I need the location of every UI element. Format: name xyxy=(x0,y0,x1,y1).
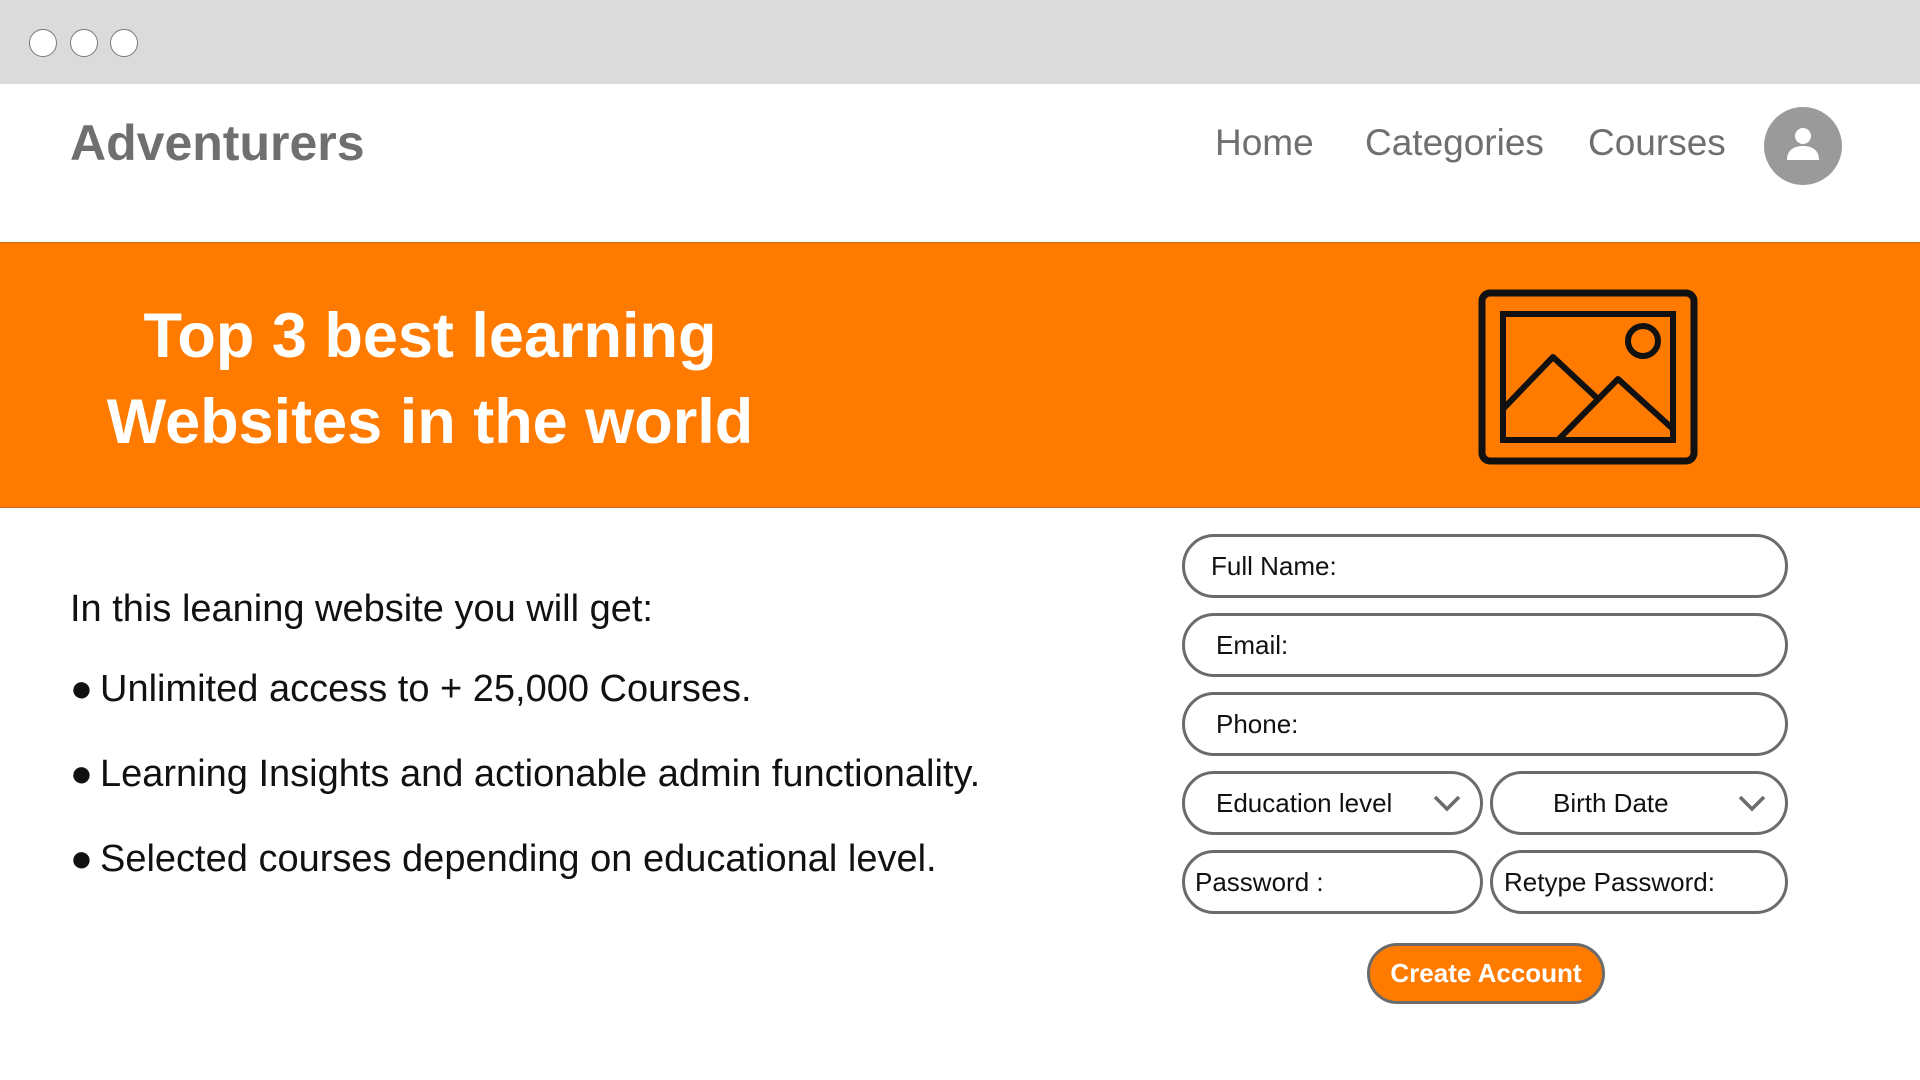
window-maximize-dot[interactable] xyxy=(110,29,138,57)
email-label: Email: xyxy=(1216,629,1289,660)
user-avatar-button[interactable] xyxy=(1764,107,1842,185)
feature-text: Unlimited access to + 25,000 Courses. xyxy=(100,668,752,710)
email-field[interactable]: Email: xyxy=(1182,613,1788,677)
window-titlebar xyxy=(0,0,1920,84)
password-field[interactable]: Password : xyxy=(1182,850,1483,914)
hero-title: Top 3 best learning Websites in the worl… xyxy=(60,293,800,465)
features-intro: In this leaning website you will get: xyxy=(70,588,653,630)
bullet-icon: ● xyxy=(70,753,93,795)
features-section: In this leaning website you will get: ● … xyxy=(70,588,980,923)
nav-link-categories[interactable]: Categories xyxy=(1365,122,1544,164)
features-list: ● Unlimited access to + 25,000 Courses. … xyxy=(70,668,980,923)
feature-text: Selected courses depending on educationa… xyxy=(100,838,937,880)
nav-link-home[interactable]: Home xyxy=(1215,122,1314,164)
birth-date-label: Birth Date xyxy=(1553,787,1669,818)
bullet-icon: ● xyxy=(70,668,93,710)
nav-link-courses[interactable]: Courses xyxy=(1588,122,1726,164)
retype-password-field[interactable]: Retype Password: xyxy=(1490,850,1788,914)
feature-item: ● Learning Insights and actionable admin… xyxy=(70,753,980,838)
password-label: Password : xyxy=(1195,866,1324,897)
hero-title-line1: Top 3 best learning xyxy=(143,301,717,371)
phone-label: Phone: xyxy=(1216,708,1299,739)
full-name-field[interactable]: Full Name: xyxy=(1182,534,1788,598)
navbar: Adventurers Home Categories Courses xyxy=(0,84,1920,242)
feature-text: Learning Insights and actionable admin f… xyxy=(100,753,981,795)
education-level-select[interactable]: Education level xyxy=(1182,771,1483,835)
bullet-icon: ● xyxy=(70,838,93,880)
retype-password-label: Retype Password: xyxy=(1504,866,1715,897)
birth-date-select[interactable]: Birth Date xyxy=(1490,771,1788,835)
hero-title-line2: Websites in the world xyxy=(106,387,754,457)
full-name-label: Full Name: xyxy=(1211,550,1337,581)
chevron-down-icon xyxy=(1738,795,1766,812)
education-level-label: Education level xyxy=(1216,787,1393,818)
user-icon xyxy=(1787,128,1819,160)
brand-logo[interactable]: Adventurers xyxy=(70,114,365,172)
phone-field[interactable]: Phone: xyxy=(1182,692,1788,756)
feature-item: ● Selected courses depending on educatio… xyxy=(70,838,980,923)
image-placeholder-icon xyxy=(1478,289,1698,465)
chevron-down-icon xyxy=(1433,795,1461,812)
feature-item: ● Unlimited access to + 25,000 Courses. xyxy=(70,668,980,753)
window-close-dot[interactable] xyxy=(29,29,57,57)
window-minimize-dot[interactable] xyxy=(70,29,98,57)
hero-banner: Top 3 best learning Websites in the worl… xyxy=(0,242,1920,508)
create-account-button[interactable]: Create Account xyxy=(1367,943,1605,1004)
